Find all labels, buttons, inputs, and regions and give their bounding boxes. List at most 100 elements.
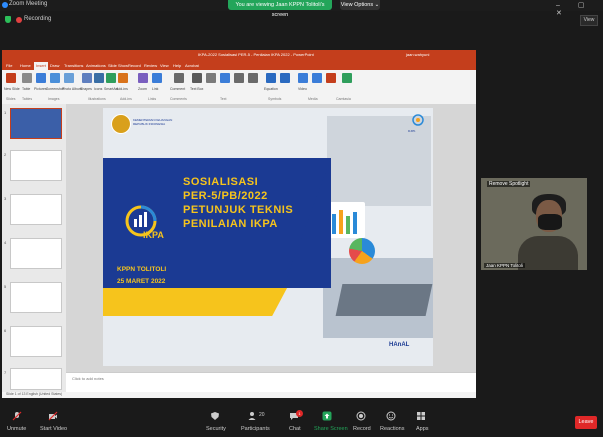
icons-icon[interactable] xyxy=(94,73,104,83)
ppt-title-bar: IKPA-2022 Sosialisasi PER-5 - Penilaian … xyxy=(2,50,476,61)
tab-home[interactable]: Home xyxy=(20,63,31,68)
window-title: Zoom Meeting xyxy=(9,1,48,7)
slide-thumbnails-pane[interactable]: 1 2 3 4 5 6 7 xyxy=(2,104,66,392)
date-time-icon[interactable] xyxy=(234,73,244,83)
slide-banner-point xyxy=(283,158,331,288)
slide-title-line-4: PENILAIAN IKPA xyxy=(183,218,278,230)
unmute-button[interactable]: Unmute xyxy=(7,426,26,432)
view-options-button[interactable]: View Options ⌄ xyxy=(340,0,380,10)
audio-icon[interactable] xyxy=(312,73,322,83)
slide-office-name: KPPN TOLITOLI xyxy=(117,266,167,273)
ribbon-label: Photo Album xyxy=(62,87,82,91)
view-button[interactable]: View xyxy=(580,15,598,26)
slide-date: 25 MARET 2022 xyxy=(117,278,166,285)
ribbon-label: Text Box xyxy=(190,87,204,91)
tab-record[interactable]: Record xyxy=(128,63,141,68)
share-screen-button[interactable]: Share Screen xyxy=(314,426,348,432)
link-icon[interactable] xyxy=(152,73,162,83)
header-footer-icon[interactable] xyxy=(206,73,216,83)
slide-title-line-2: PER-5/PB/2022 xyxy=(183,190,268,202)
ribbon-label: Equation xyxy=(264,87,278,91)
tab-animations[interactable]: Animations xyxy=(86,63,106,68)
thumbnail-number: 7 xyxy=(4,370,7,375)
ppt-document-title: IKPA-2022 Sosialisasi PER-5 - Penilaian … xyxy=(198,52,314,57)
remove-spotlight-button[interactable]: Remove Spotlight xyxy=(487,181,531,187)
tab-review[interactable]: Review xyxy=(144,63,157,68)
video-icon[interactable] xyxy=(298,73,308,83)
ribbon-label: Link xyxy=(152,87,159,91)
ribbon-group: Illustrations xyxy=(88,97,106,101)
participants-button[interactable]: Participants xyxy=(241,426,270,432)
pictures-icon[interactable] xyxy=(36,73,46,83)
slide-thumbnail-2[interactable] xyxy=(10,150,62,181)
leave-button[interactable]: Leave xyxy=(575,416,597,429)
shield-icon[interactable] xyxy=(5,16,11,23)
tab-view[interactable]: View xyxy=(160,63,169,68)
object-icon[interactable] xyxy=(248,73,258,83)
smartart-icon[interactable] xyxy=(106,73,116,83)
record-icon[interactable] xyxy=(356,411,366,421)
reactions-icon[interactable] xyxy=(386,411,396,421)
ribbon-label: New Slide xyxy=(4,87,20,91)
photo-album-icon[interactable] xyxy=(64,73,74,83)
tab-file[interactable]: File xyxy=(6,63,12,68)
thumbnail-number: 3 xyxy=(4,196,7,201)
slide-thumbnail-4[interactable] xyxy=(10,238,62,269)
comment-icon[interactable] xyxy=(174,73,184,83)
kemenkeu-logo-icon xyxy=(111,114,131,134)
slide-keyboard-photo xyxy=(335,284,433,316)
participants-icon[interactable] xyxy=(248,411,258,421)
ribbon-group: Comments xyxy=(170,97,187,101)
zoom-icon[interactable] xyxy=(138,73,148,83)
slide-thumbnail-6[interactable] xyxy=(10,326,62,357)
record-button[interactable]: Record xyxy=(353,426,371,432)
ribbon-label: Video xyxy=(298,87,307,91)
slide-thumbnail-3[interactable] xyxy=(10,194,62,225)
microphone-muted-icon[interactable] xyxy=(12,411,22,421)
ppt-ribbon-tabs: File Home Insert Draw Transitions Animat… xyxy=(2,61,476,70)
ribbon-label: Shapes xyxy=(80,87,92,91)
screenshot-icon[interactable] xyxy=(50,73,60,83)
ribbon-label: Pictures xyxy=(34,87,47,91)
table-icon[interactable] xyxy=(22,73,32,83)
add-ins-icon[interactable] xyxy=(118,73,128,83)
screen-recording-icon[interactable] xyxy=(326,73,336,83)
symbol-icon[interactable] xyxy=(280,73,290,83)
notes-pane[interactable]: Click to add notes xyxy=(66,372,476,393)
security-shield-icon[interactable] xyxy=(210,411,220,421)
tab-help[interactable]: Help xyxy=(173,63,181,68)
tab-acrobat[interactable]: Acrobat xyxy=(185,63,199,68)
tab-insert[interactable]: Insert xyxy=(34,62,49,70)
equation-icon[interactable] xyxy=(266,73,276,83)
chat-button[interactable]: Chat xyxy=(289,426,301,432)
ribbon-group: Tables xyxy=(22,97,33,101)
apps-icon[interactable] xyxy=(416,411,426,421)
text-box-icon[interactable] xyxy=(192,73,202,83)
slide-thumbnail-1[interactable] xyxy=(10,108,62,139)
video-off-icon[interactable] xyxy=(48,411,58,421)
tab-slide-show[interactable]: Slide Show xyxy=(108,63,128,68)
thumbnail-number: 4 xyxy=(4,240,7,245)
share-screen-icon[interactable] xyxy=(322,411,332,421)
insert-media-icon[interactable] xyxy=(342,73,352,83)
security-button[interactable]: Security xyxy=(206,426,226,432)
slide-thumbnail-5[interactable] xyxy=(10,282,62,313)
tab-draw[interactable]: Draw xyxy=(50,63,59,68)
current-slide[interactable]: KEMENTERIAN KEUANGAN REPUBLIK INDONESIA … xyxy=(103,108,433,366)
reactions-button[interactable]: Reactions xyxy=(380,426,404,432)
ikpa-logo-text: IKPA xyxy=(143,230,164,240)
thumbnail-number: 5 xyxy=(4,284,7,289)
tab-transitions[interactable]: Transitions xyxy=(64,63,83,68)
start-video-button[interactable]: Start Video xyxy=(40,426,67,432)
djpb-logo-icon xyxy=(412,114,424,126)
chat-unread-badge: 1 xyxy=(296,410,303,417)
slide-thumbnail-7[interactable] xyxy=(10,368,62,390)
shapes-icon[interactable] xyxy=(82,73,92,83)
wordart-icon[interactable] xyxy=(220,73,230,83)
apps-button[interactable]: Apps xyxy=(416,426,429,432)
recording-label[interactable]: Recording xyxy=(24,16,51,22)
ribbon-label: Comment xyxy=(170,87,186,91)
slide-org-name: KEMENTERIAN KEUANGAN REPUBLIK INDONESIA xyxy=(133,118,173,126)
ribbon-label: Add-ins xyxy=(116,87,128,91)
new-slide-icon[interactable] xyxy=(6,73,16,83)
